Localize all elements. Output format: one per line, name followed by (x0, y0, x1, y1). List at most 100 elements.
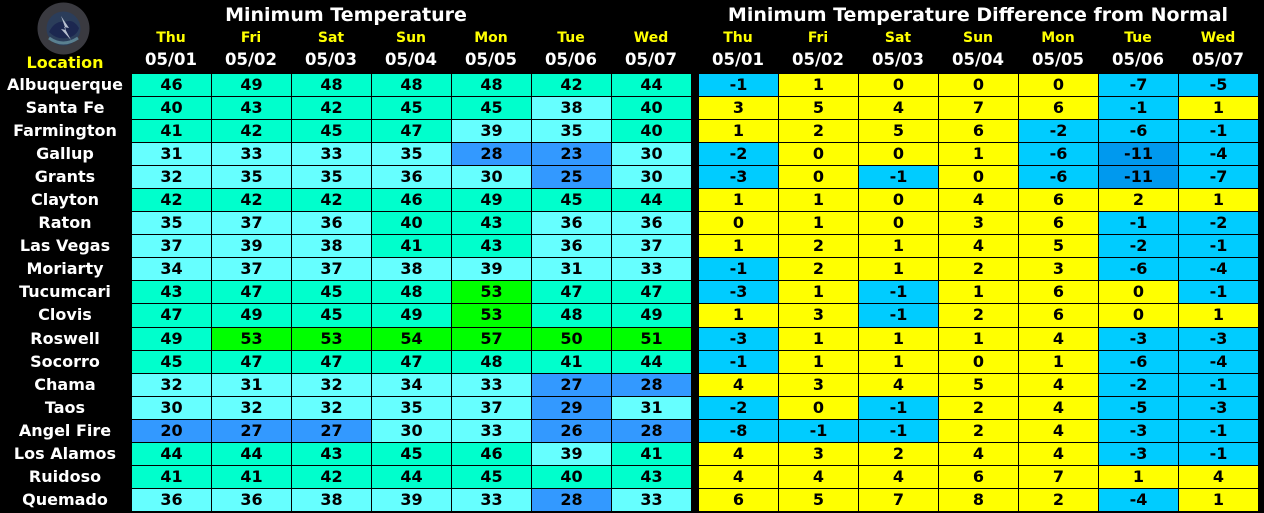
temp-cell: 46 (452, 442, 532, 466)
diff-cell: 0 (1019, 74, 1099, 98)
diff-cell: 2 (859, 442, 939, 466)
diff-cell: -3 (699, 281, 779, 305)
diff-cell: 2 (939, 304, 1019, 328)
diff-cell: -3 (1099, 327, 1179, 351)
temp-cell: 37 (212, 258, 292, 282)
diff-row: 3 5 4 7 6 -1 1 (699, 97, 1259, 121)
day-label: Sat (317, 30, 345, 46)
diff-cell: -2 (699, 143, 779, 167)
location-name: Socorro (30, 351, 100, 371)
temp-cell: 30 (612, 166, 692, 190)
temp-cell: 47 (612, 281, 692, 305)
temp-cell: 34 (372, 373, 452, 397)
diff-cell: 5 (779, 488, 859, 512)
temp-cell: 54 (372, 327, 452, 351)
diff-cell: 0 (859, 74, 939, 98)
date-label: 05/06 (1112, 50, 1164, 69)
temp-cell: 35 (212, 166, 292, 190)
temp-cell: 28 (612, 419, 692, 443)
temp-cell: 35 (372, 143, 452, 167)
temp-row: 43 47 45 48 53 47 47 (132, 281, 692, 305)
temp-cell: 20 (132, 419, 212, 443)
diff-cell: 5 (1019, 235, 1099, 259)
temp-cell: 37 (452, 396, 532, 420)
diff-cell: 4 (859, 373, 939, 397)
diff-cell: -1 (1179, 120, 1259, 144)
temp-cell: 47 (372, 120, 452, 144)
diff-cell: 1 (939, 143, 1019, 167)
diff-row: 0 1 0 3 6 -1 -2 (699, 212, 1259, 236)
diff-cell: 6 (1019, 189, 1099, 213)
diff-row: -3 1 1 1 4 -3 -3 (699, 327, 1259, 351)
diff-row: 1 3 -1 2 6 0 1 (699, 304, 1259, 328)
temp-cell: 27 (212, 419, 292, 443)
diff-cell: -4 (1179, 350, 1259, 374)
day-label: Wed (1200, 30, 1236, 46)
location-name: Taos (44, 397, 86, 417)
temp-cell: 47 (372, 350, 452, 374)
temp-cell: 45 (452, 465, 532, 489)
temp-cell: 37 (212, 212, 292, 236)
diff-row: -1 1 0 0 0 -7 -5 (699, 74, 1259, 98)
diff-cell: 4 (1019, 327, 1099, 351)
diff-row: 1 2 1 4 5 -2 -1 (699, 235, 1259, 259)
temp-cell: 45 (372, 97, 452, 121)
temp-cell: 53 (292, 327, 372, 351)
diff-row: -8 -1 -1 2 4 -3 -1 (699, 419, 1259, 443)
diff-cell: -3 (1099, 442, 1179, 466)
temp-cell: 31 (612, 396, 692, 420)
min-temp-table: 46 49 48 48 48 42 44 40 43 42 45 45 38 40 41 42 45 47 39 35… (131, 73, 692, 512)
location-name: Roswell (30, 328, 100, 348)
temp-row: 31 33 33 35 28 23 30 (132, 143, 692, 167)
diff-cell: 0 (779, 143, 859, 167)
diff-cell: -1 (859, 281, 939, 305)
temp-cell: 43 (452, 235, 532, 259)
diff-cell: 7 (939, 97, 1019, 121)
diff-cell: -2 (1099, 235, 1179, 259)
temp-cell: 33 (452, 488, 532, 512)
diff-cell: 4 (699, 442, 779, 466)
temp-cell: 23 (532, 143, 612, 167)
diff-cell: 6 (699, 488, 779, 512)
diff-cell: 1 (1099, 465, 1179, 489)
diff-cell: -1 (1179, 419, 1259, 443)
temp-cell: 47 (212, 350, 292, 374)
diff-cell: 0 (779, 396, 859, 420)
temp-cell: 36 (292, 212, 372, 236)
temp-cell: 30 (452, 166, 532, 190)
temp-cell: 33 (612, 258, 692, 282)
temp-row: 46 49 48 48 48 42 44 (132, 74, 692, 98)
diff-cell: 0 (859, 189, 939, 213)
diff-cell: -6 (1099, 350, 1179, 374)
location-list: Albuquerque Santa Fe Farmington Gallup Grant… (0, 73, 130, 511)
temp-cell: 43 (132, 281, 212, 305)
diff-cell: -4 (1099, 488, 1179, 512)
temp-cell: 45 (132, 350, 212, 374)
temp-row: 32 35 35 36 30 25 30 (132, 166, 692, 190)
diff-cell: 0 (699, 212, 779, 236)
diff-cell: -1 (699, 350, 779, 374)
temp-cell: 42 (532, 74, 612, 98)
temp-cell: 29 (532, 396, 612, 420)
date-label: 05/03 (872, 50, 924, 69)
diff-cell: 4 (1019, 419, 1099, 443)
temp-cell: 41 (132, 120, 212, 144)
location-name: Albuquerque (7, 75, 123, 94)
temp-cell: 39 (532, 442, 612, 466)
diff-cell: 4 (1179, 465, 1259, 489)
day-label: Tue (557, 30, 585, 46)
diff-cell: 2 (1019, 488, 1099, 512)
temp-cell: 31 (132, 143, 212, 167)
diff-cell: -2 (1099, 373, 1179, 397)
diff-cell: 4 (779, 465, 859, 489)
diff-cell: -1 (859, 166, 939, 190)
diff-cell: -2 (1019, 120, 1099, 144)
temp-cell: 36 (212, 488, 292, 512)
diff-cell: 0 (1099, 281, 1179, 305)
diff-cell: -6 (1099, 258, 1179, 282)
diff-cell: 1 (699, 235, 779, 259)
temp-cell: 35 (292, 166, 372, 190)
day-label: Mon (1041, 30, 1075, 46)
temp-cell: 27 (532, 373, 612, 397)
right-date-headers: 05/01 05/02 05/03 05/04 05/05 05/06 05/07 (698, 50, 1258, 69)
